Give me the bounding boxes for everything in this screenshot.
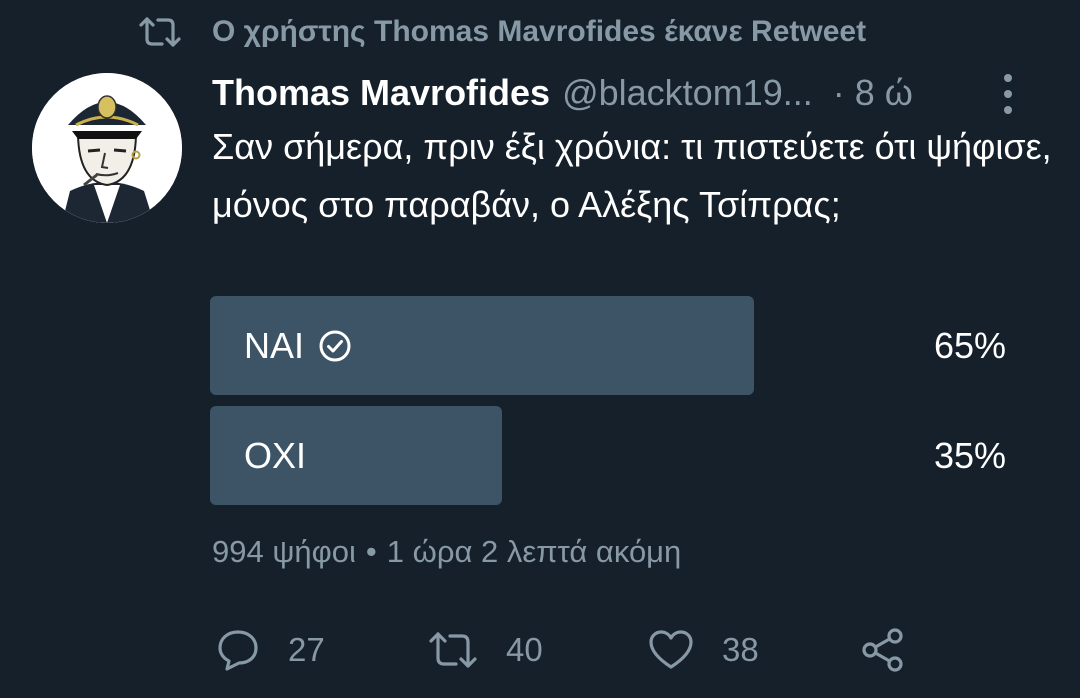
- heart-icon: [648, 629, 694, 671]
- poll-meta-separator: •: [365, 534, 377, 569]
- avatar[interactable]: [32, 73, 182, 223]
- author-name[interactable]: Thomas Mavrofides: [212, 72, 550, 114]
- tweet-time[interactable]: · 8 ώ: [833, 72, 913, 114]
- share-button[interactable]: [860, 620, 906, 680]
- reply-icon: [216, 628, 260, 672]
- poll-meta: 994 ψήφοι • 1 ώρα 2 λεπτά ακόμη: [212, 530, 681, 574]
- retweet-count: 40: [506, 631, 543, 668]
- retweet-context[interactable]: Ο χρήστης Thomas Mavrofides έκανε Retwee…: [138, 8, 866, 56]
- poll-option-label: ΟΧΙ: [244, 434, 307, 476]
- like-count: 38: [722, 631, 759, 668]
- author-handle[interactable]: @blacktom19...: [562, 72, 813, 114]
- poll-percent-yes: 65%: [933, 324, 1006, 366]
- more-dot: [1004, 90, 1012, 98]
- retweet-icon: [138, 13, 184, 51]
- tweet-text: Σαν σήμερα, πριν έξι χρόνια: τι πιστεύετ…: [212, 126, 1052, 225]
- poll-option-yes[interactable]: ΝΑΙ 65%: [210, 296, 1010, 395]
- poll-label-no: ΟΧΙ: [244, 406, 306, 505]
- share-icon: [860, 627, 906, 673]
- poll-votes: 994 ψήφοι: [212, 534, 356, 569]
- tweet-actions: 27 40 38: [212, 620, 932, 680]
- poll-percent-no: 35%: [933, 434, 1006, 476]
- check-circle-icon: [318, 328, 354, 364]
- poll-label-yes: ΝΑΙ: [244, 296, 354, 395]
- reply-button[interactable]: 27: [216, 620, 325, 680]
- more-options-icon[interactable]: [996, 74, 1020, 114]
- retweet-icon: [428, 630, 478, 670]
- retweet-context-text: Ο χρήστης Thomas Mavrofides έκανε Retwee…: [212, 15, 867, 48]
- poll-option-label: ΝΑΙ: [244, 324, 305, 366]
- poll-option-no[interactable]: ΟΧΙ 35%: [210, 406, 1010, 505]
- more-dot: [1004, 74, 1012, 82]
- retweet-button[interactable]: 40: [428, 620, 543, 680]
- like-button[interactable]: 38: [648, 620, 759, 680]
- more-dot: [1004, 106, 1012, 114]
- poll-time-left: 1 ώρα 2 λεπτά ακόμη: [386, 534, 682, 569]
- tweet-header: Thomas Mavrofides @blacktom19... · 8 ώ: [212, 68, 1052, 118]
- reply-count: 27: [288, 631, 325, 668]
